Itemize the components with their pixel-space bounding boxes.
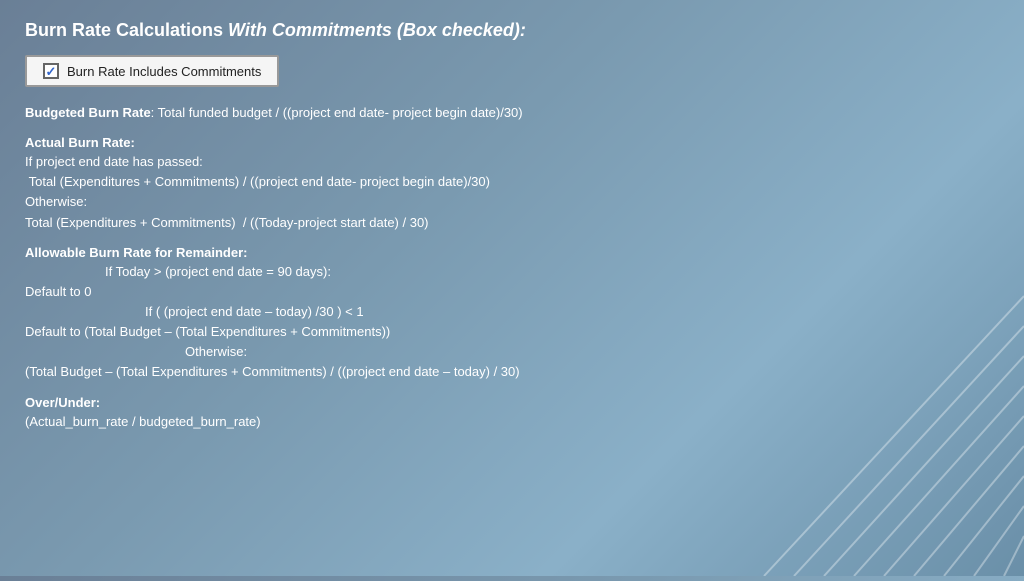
budgeted-title: Budgeted Burn Rate	[25, 105, 151, 120]
overunder-body: (Actual_burn_rate / budgeted_burn_rate)	[25, 412, 735, 432]
allowable-line-2: Default to 0	[25, 282, 735, 302]
allowable-line-3: If ( (project end date – today) /30 ) < …	[25, 302, 735, 322]
title-emphasis: With Commitments (Box checked):	[228, 20, 526, 40]
checkbox-label: Burn Rate Includes Commitments	[67, 64, 261, 79]
budgeted-suffix: : Total funded budget / ((project end da…	[151, 105, 523, 120]
main-content: Burn Rate Calculations With Commitments …	[0, 0, 760, 464]
actual-line-1: If project end date has passed:	[25, 152, 735, 172]
allowable-line-5: Otherwise:	[25, 342, 735, 362]
allowable-title: Allowable Burn Rate for Remainder:	[25, 245, 735, 260]
overunder-line-1: (Actual_burn_rate / budgeted_burn_rate)	[25, 412, 735, 432]
checkmark-icon: ✓	[46, 65, 57, 78]
actual-line-4: Total (Expenditures + Commitments) / ((T…	[25, 213, 735, 233]
allowable-line-4: Default to (Total Budget – (Total Expend…	[25, 322, 735, 342]
actual-line-3: Otherwise:	[25, 192, 735, 212]
overunder-section: Over/Under: (Actual_burn_rate / budgeted…	[25, 395, 735, 432]
actual-title: Actual Burn Rate:	[25, 135, 735, 150]
decorative-lines	[744, 276, 1024, 576]
budgeted-section: Budgeted Burn Rate: Total funded budget …	[25, 103, 735, 123]
actual-body: If project end date has passed: Total (E…	[25, 152, 735, 233]
allowable-section: Allowable Burn Rate for Remainder: If To…	[25, 245, 735, 383]
checkbox-box: ✓	[43, 63, 59, 79]
overunder-title: Over/Under:	[25, 395, 735, 410]
allowable-line-6: (Total Budget – (Total Expenditures + Co…	[25, 362, 735, 382]
page-title: Burn Rate Calculations With Commitments …	[25, 20, 735, 41]
burn-rate-checkbox[interactable]: ✓ Burn Rate Includes Commitments	[25, 55, 279, 87]
allowable-line-1: If Today > (project end date = 90 days):	[25, 262, 735, 282]
title-prefix: Burn Rate Calculations	[25, 20, 228, 40]
actual-section: Actual Burn Rate: If project end date ha…	[25, 135, 735, 233]
budgeted-text: Budgeted Burn Rate: Total funded budget …	[25, 103, 735, 123]
allowable-body: If Today > (project end date = 90 days):…	[25, 262, 735, 383]
actual-line-2: Total (Expenditures + Commitments) / ((p…	[25, 172, 735, 192]
